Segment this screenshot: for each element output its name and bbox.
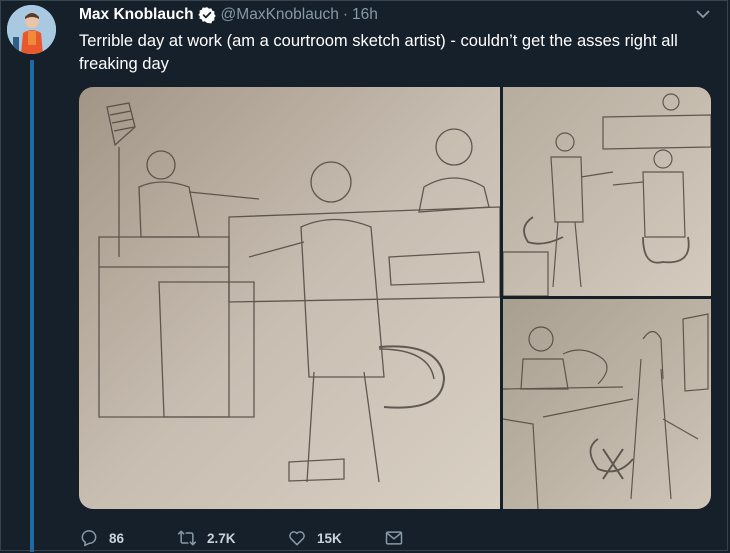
display-name[interactable]: Max Knoblauch (79, 6, 194, 24)
caret-down-icon[interactable] (696, 9, 710, 19)
reply-icon (81, 530, 97, 547)
like-count: 15K (317, 530, 342, 546)
avatar[interactable] (7, 5, 56, 54)
retweet-icon (177, 530, 197, 546)
sketch-photo-main[interactable] (79, 87, 500, 509)
action-bar: 86 2.7K 15K (79, 526, 404, 550)
media-grid (79, 87, 711, 509)
like-icon (289, 531, 305, 546)
thread-line (30, 60, 34, 552)
reply-button[interactable]: 86 (79, 528, 177, 548)
tweet-header: Max Knoblauch @MaxKnoblauch · 16h (79, 5, 378, 25)
tweet-text: Terrible day at work (am a courtroom ske… (79, 32, 678, 73)
handle[interactable]: @MaxKnoblauch (221, 6, 339, 24)
share-button[interactable] (384, 528, 404, 548)
retweet-button[interactable]: 2.7K (177, 528, 287, 548)
timestamp[interactable]: 16h (352, 6, 378, 24)
like-button[interactable]: 15K (287, 528, 384, 548)
verified-icon (197, 7, 216, 24)
retweet-count: 2.7K (207, 530, 236, 546)
reply-count: 86 (109, 530, 125, 546)
separator-dot: · (342, 6, 348, 23)
sketch-photo-top-right[interactable] (503, 87, 711, 296)
share-icon (385, 531, 403, 545)
sketch-photo-bottom-right[interactable] (503, 299, 711, 509)
